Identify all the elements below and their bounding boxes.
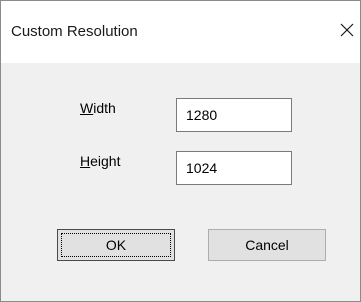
close-icon: [340, 23, 354, 37]
width-label-text: idth: [93, 100, 116, 116]
width-label-accelerator: W: [80, 100, 94, 116]
height-label-text: eight: [90, 153, 121, 169]
height-label: Height: [80, 153, 120, 169]
cancel-button[interactable]: Cancel: [208, 229, 326, 261]
ok-button[interactable]: OK: [57, 229, 175, 261]
height-input[interactable]: [176, 151, 292, 185]
width-input[interactable]: [176, 98, 292, 132]
width-label: Width: [80, 100, 116, 116]
custom-resolution-dialog: Custom Resolution Width Height OK Cancel: [0, 0, 361, 302]
title-bar: Custom Resolution: [1, 1, 360, 63]
cancel-button-label: Cancel: [245, 237, 289, 253]
close-button[interactable]: [332, 15, 360, 45]
height-label-accelerator: H: [80, 153, 91, 169]
ok-button-label: OK: [105, 237, 127, 253]
dialog-title: Custom Resolution: [11, 23, 138, 40]
